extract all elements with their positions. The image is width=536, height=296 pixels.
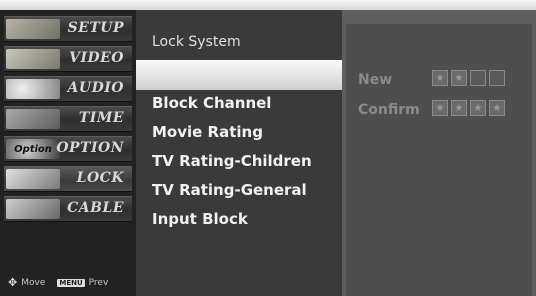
menu-item-label: TIME <box>78 110 124 126</box>
panel-title: Lock System <box>152 34 241 50</box>
time-icon <box>6 109 60 129</box>
menu-item-option[interactable]: Option OPTION <box>4 136 132 162</box>
move-arrows-icon: ✥ <box>8 276 18 289</box>
new-password-digit-4 <box>489 70 505 86</box>
confirm-password-digit-3: ★ <box>470 100 486 116</box>
password-panel-inner: New ★ ★ Confirm ★ ★ ★ ★ <box>346 24 532 296</box>
menu-item-lock[interactable]: LOCK <box>4 166 132 192</box>
new-password-label: New <box>358 72 393 88</box>
cable-icon <box>6 199 60 219</box>
new-password-digit-3 <box>470 70 486 86</box>
new-password-digit-1: ★ <box>432 70 448 86</box>
list-item-tv-rating-general[interactable]: TV Rating-General <box>152 181 307 199</box>
menu-item-label: LOCK <box>76 170 124 186</box>
menu-item-label: CABLE <box>67 200 124 216</box>
list-item-movie-rating[interactable]: Movie Rating <box>152 123 263 141</box>
menu-item-label: VIDEO <box>69 50 124 66</box>
menu-key-icon: MENU <box>57 278 85 287</box>
menu-item-audio[interactable]: AUDIO <box>4 76 132 102</box>
password-panel: New ★ ★ Confirm ★ ★ ★ ★ <box>342 10 536 296</box>
prev-hint: Prev <box>88 277 109 288</box>
confirm-password-digit-1: ★ <box>432 100 448 116</box>
list-item-block-channel[interactable]: Block Channel <box>152 94 271 112</box>
option-icon: Option <box>6 139 60 159</box>
confirm-password-label: Confirm <box>358 102 420 118</box>
menu-footer-hints: ✥ Move MENU Prev <box>8 276 108 289</box>
top-bar <box>0 0 536 10</box>
confirm-password-digit-4: ★ <box>489 100 505 116</box>
selected-item-highlight[interactable] <box>136 60 342 90</box>
menu-item-setup[interactable]: SETUP <box>4 16 132 42</box>
new-password-field[interactable]: ★ ★ <box>432 70 505 86</box>
confirm-password-digit-2: ★ <box>451 100 467 116</box>
new-password-digit-2: ★ <box>451 70 467 86</box>
confirm-password-field[interactable]: ★ ★ ★ ★ <box>432 100 505 116</box>
menu-item-label: OPTION <box>56 140 124 156</box>
main-menu-sidebar: SETUP VIDEO AUDIO TIME Option OPTION LOC… <box>0 10 136 296</box>
menu-item-label: SETUP <box>67 20 124 36</box>
list-item-input-block[interactable]: Input Block <box>152 210 248 228</box>
video-icon <box>6 49 60 69</box>
list-item-tv-rating-children[interactable]: TV Rating-Children <box>152 152 312 170</box>
menu-item-cable[interactable]: CABLE <box>4 196 132 222</box>
setup-icon <box>6 19 60 39</box>
move-hint: Move <box>21 277 46 288</box>
menu-item-label: AUDIO <box>67 80 124 96</box>
menu-item-time[interactable]: TIME <box>4 106 132 132</box>
audio-icon <box>6 79 60 99</box>
option-thumb-text: Option <box>14 143 52 155</box>
menu-item-video[interactable]: VIDEO <box>4 46 132 72</box>
lock-system-panel: Lock System Block Channel Movie Rating T… <box>136 10 342 296</box>
lock-icon <box>6 169 60 189</box>
